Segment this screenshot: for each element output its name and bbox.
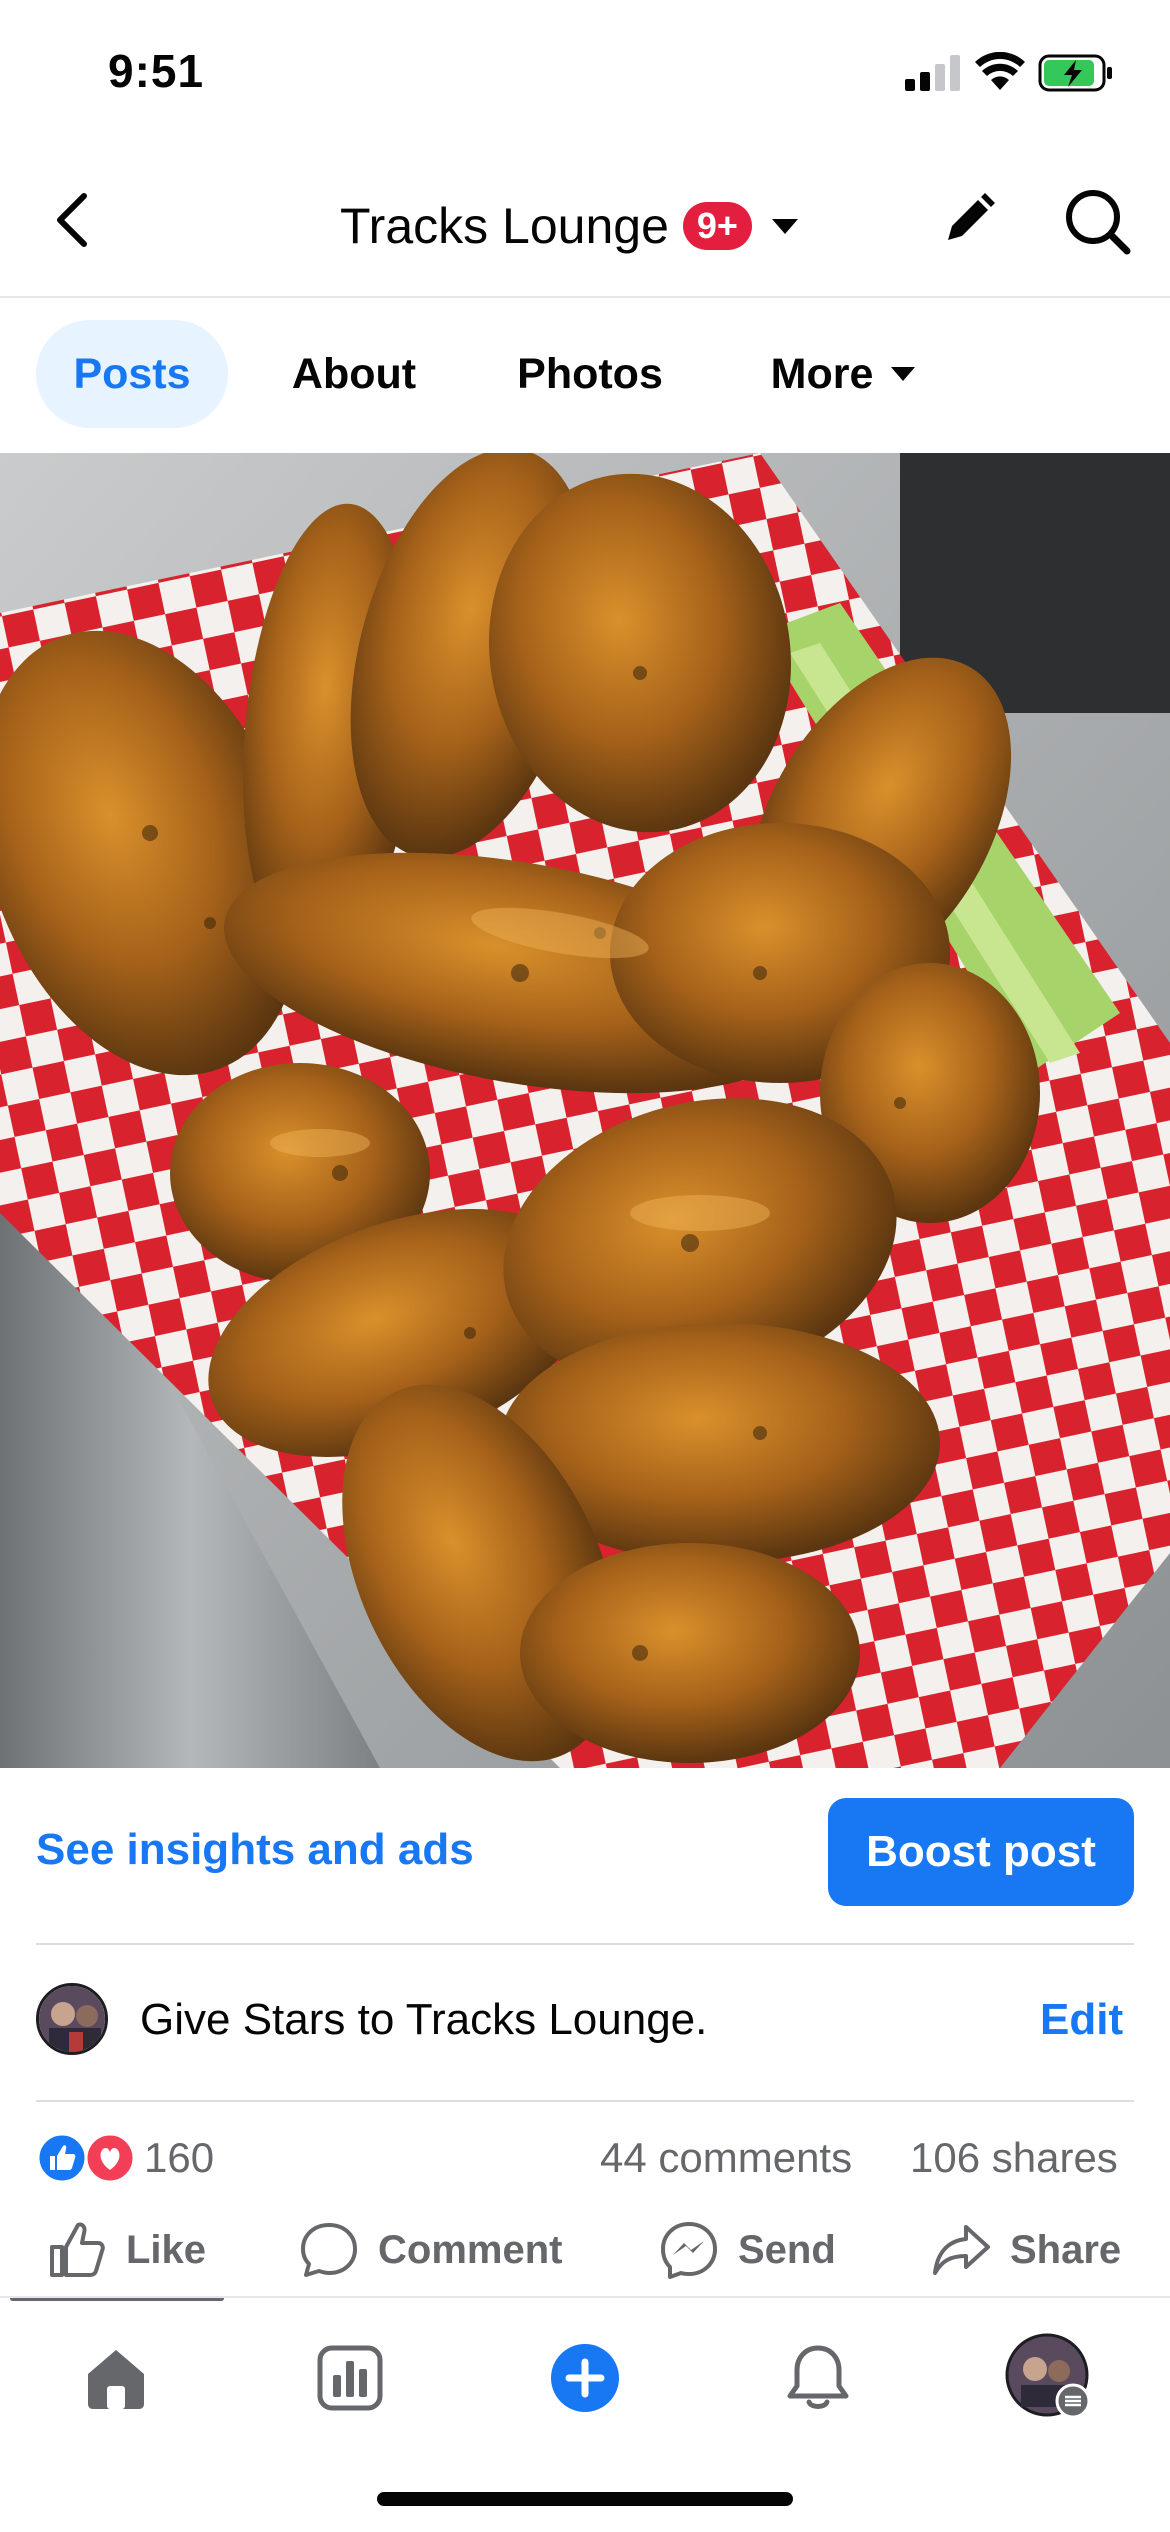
nav-profile[interactable] — [1000, 2328, 1100, 2428]
nav-home[interactable] — [66, 2328, 166, 2428]
chicken-wings-photo — [0, 453, 1170, 1768]
edit-page-button[interactable] — [930, 182, 1006, 258]
insights-icon — [317, 2345, 383, 2411]
profile-avatar-icon — [1005, 2333, 1091, 2419]
share-arrow-icon — [933, 2225, 990, 2275]
messenger-icon — [661, 2222, 717, 2279]
nav-notifications[interactable] — [768, 2328, 868, 2428]
chevron-left-icon — [57, 193, 87, 247]
send-button[interactable]: Send — [658, 2210, 836, 2290]
reaction-icons — [36, 2132, 136, 2184]
back-button[interactable] — [40, 182, 104, 258]
reaction-count: 160 — [144, 2134, 215, 2181]
like-label: Like — [126, 2227, 207, 2272]
tab-label: About — [291, 349, 417, 398]
page-tabs: Posts About Photos More — [0, 298, 1170, 453]
tab-about[interactable]: About — [258, 320, 450, 428]
share-button[interactable]: Share — [930, 2210, 1121, 2290]
tab-photos[interactable]: Photos — [490, 320, 690, 428]
caret-down-icon — [771, 219, 798, 234]
page-header: Tracks Lounge 9+ — [0, 150, 1170, 298]
reactions-row[interactable]: 160 44 comments 106 shares — [0, 2100, 1170, 2210]
insights-row: See insights and ads Boost post — [0, 1768, 1170, 1943]
stars-row: Give Stars to Tracks Lounge. Edit — [0, 1945, 1170, 2100]
notification-badge: 9+ — [682, 202, 752, 250]
page-avatar — [36, 1983, 108, 2055]
tab-label: Photos — [517, 349, 663, 398]
bell-icon — [787, 2345, 849, 2409]
search-icon — [1066, 190, 1131, 255]
nav-create[interactable] — [535, 2328, 635, 2428]
page-switcher[interactable]: Tracks Lounge 9+ — [340, 190, 800, 262]
tab-more[interactable]: More — [744, 320, 944, 428]
pencil-icon — [948, 193, 995, 240]
wifi-icon — [975, 51, 1025, 92]
give-stars-text: Give Stars to Tracks Lounge. — [140, 1995, 708, 2044]
comment-icon — [301, 2223, 357, 2277]
cellular-signal-icon — [905, 55, 961, 91]
home-indicator — [377, 2492, 793, 2506]
bottom-nav — [0, 2298, 1170, 2458]
create-icon — [551, 2344, 619, 2412]
search-button[interactable] — [1058, 182, 1138, 262]
post-photo[interactable] — [0, 453, 1170, 1768]
see-insights-link[interactable]: See insights and ads — [36, 1825, 474, 1875]
page-title: Tracks Lounge — [340, 198, 669, 254]
battery-charging-icon — [1038, 54, 1114, 92]
comment-label: Comment — [378, 2227, 563, 2272]
boost-post-button[interactable]: Boost post — [828, 1798, 1134, 1906]
caret-down-icon — [891, 367, 916, 381]
comment-button[interactable]: Comment — [298, 2210, 562, 2290]
thumbs-up-icon — [50, 2222, 105, 2277]
comments-count[interactable]: 44 comments — [600, 2134, 852, 2182]
send-label: Send — [738, 2227, 836, 2272]
tab-label: More — [770, 349, 874, 398]
nav-insights[interactable] — [300, 2328, 400, 2428]
like-button[interactable]: Like — [46, 2210, 206, 2290]
tab-label: Posts — [73, 349, 191, 398]
status-time: 9:51 — [108, 45, 205, 97]
status-bar: 9:51 — [0, 0, 1170, 150]
share-label: Share — [1010, 2227, 1122, 2272]
post-actions: Like Comment Send Share — [0, 2210, 1170, 2302]
stars-edit-link[interactable]: Edit — [1040, 1995, 1123, 2045]
shares-count[interactable]: 106 shares — [910, 2134, 1118, 2182]
home-icon — [88, 2350, 144, 2409]
tab-posts[interactable]: Posts — [36, 320, 228, 428]
